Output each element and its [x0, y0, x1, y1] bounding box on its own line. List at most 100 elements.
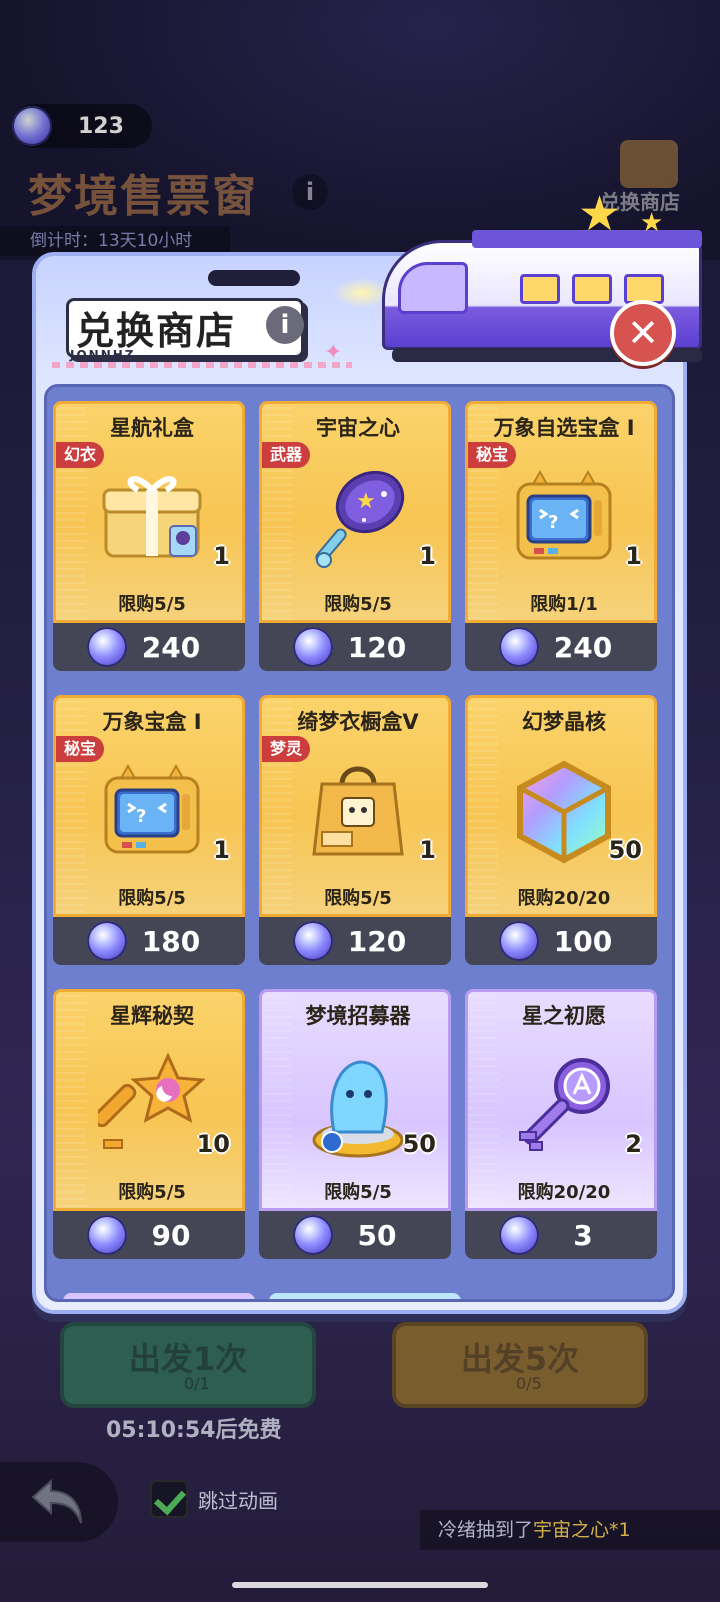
- item-purchase-limit: 限购1/1: [530, 594, 598, 615]
- item-card-face: 星之初愿 2 限购20/20: [465, 989, 657, 1211]
- item-card-face: 梦境招募器 50 限购5/5: [259, 989, 451, 1211]
- item-purchase-limit: 限购20/20: [517, 888, 611, 909]
- item-price: 3: [573, 1218, 593, 1252]
- item-price-button[interactable]: 120: [259, 917, 451, 965]
- item-name: 绮梦衣橱盒V: [297, 710, 419, 734]
- shop-item-card[interactable]: 幻梦晶核 50 限购20/20 100: [465, 695, 657, 965]
- item-card-face: 星航礼盒 幻衣 1 限购5/5: [53, 401, 245, 623]
- item-price: 120: [347, 630, 407, 664]
- item-price-button[interactable]: 240: [53, 623, 245, 671]
- item-card-face: 宇宙之心 武器 ★ 1 限购5/5: [259, 401, 451, 623]
- item-name: 星航礼盒: [110, 416, 194, 440]
- item-quantity: 1: [213, 542, 230, 570]
- gift-box-icon: [98, 464, 206, 572]
- item-name: 幻梦晶核: [522, 710, 606, 734]
- item-category-badge: 秘宝: [468, 442, 517, 468]
- item-card-face: 万象自选宝盒 I 秘宝 ? 1 限购1/1: [465, 401, 657, 623]
- tv-box-icon: ?: [98, 758, 206, 866]
- shop-item-card[interactable]: 绮梦衣橱盒V 梦灵 1 限购5/5 120: [259, 695, 451, 965]
- item-quantity: 50: [402, 1130, 436, 1158]
- item-price: 100: [553, 924, 613, 958]
- info-icon[interactable]: i: [266, 306, 304, 344]
- item-purchase-limit: 限购5/5: [324, 1182, 392, 1203]
- item-card-face: 绮梦衣橱盒V 梦灵 1 限购5/5: [259, 695, 451, 917]
- purple-key-icon: [510, 1052, 618, 1160]
- item-price-button[interactable]: 90: [53, 1211, 245, 1259]
- item-quantity: 50: [608, 836, 642, 864]
- item-price-button[interactable]: 180: [53, 917, 245, 965]
- shop-item-card[interactable]: 星辉秘契 10 限购5/5 90: [53, 989, 245, 1259]
- dream-crystal-icon: [499, 1215, 539, 1255]
- item-grid-container[interactable]: 星航礼盒 幻衣 1 限购5/5 240 宇宙之心 武器 ★ 1 限购5/5 12…: [44, 384, 675, 1302]
- shopping-bag-icon: [304, 758, 412, 866]
- item-purchase-limit: 限购5/5: [324, 888, 392, 909]
- star-icon: ★: [578, 186, 622, 242]
- item-name: 星辉秘契: [110, 1004, 194, 1028]
- item-price-button[interactable]: 3: [465, 1211, 657, 1259]
- shop-item-card[interactable]: 万象宝盒 I 秘宝 ? 1 限购5/5 180: [53, 695, 245, 965]
- item-name: 宇宙之心: [316, 416, 400, 440]
- item-price-button[interactable]: 100: [465, 917, 657, 965]
- item-name: 万象宝盒 I: [102, 710, 202, 734]
- shop-item-card[interactable]: 星之初愿 2 限购20/20 3: [465, 989, 657, 1259]
- svg-text:★: ★: [356, 489, 376, 514]
- header-divider: [52, 362, 352, 368]
- modal-title: 兑换商店: [76, 309, 237, 353]
- dream-crystal-icon: [87, 1215, 127, 1255]
- item-price: 180: [141, 924, 201, 958]
- home-indicator[interactable]: [232, 1582, 488, 1588]
- item-price-button[interactable]: 120: [259, 623, 451, 671]
- item-quantity: 1: [625, 542, 642, 570]
- shop-item-card[interactable]: 万象自选宝盒 I 秘宝 ? 1 限购1/1 240: [465, 401, 657, 671]
- item-name: 万象自选宝盒 I: [493, 416, 635, 440]
- item-price: 90: [151, 1218, 191, 1252]
- brand-mark: JONNHZ: [70, 348, 136, 362]
- dream-crystal-icon: [87, 921, 127, 961]
- dream-crystal-icon: [87, 627, 127, 667]
- close-icon: ✕: [627, 311, 659, 355]
- dream-crystal-icon: [293, 1215, 333, 1255]
- svg-text:?: ?: [136, 806, 146, 827]
- shop-item-card[interactable]: 星航礼盒 幻衣 1 限购5/5 240: [53, 401, 245, 671]
- item-price: 240: [141, 630, 201, 664]
- item-category-badge: 武器: [262, 442, 311, 468]
- item-category-badge: 秘宝: [56, 736, 105, 762]
- item-purchase-limit: 限购5/5: [118, 888, 186, 909]
- close-button[interactable]: ✕: [610, 300, 676, 366]
- item-price: 120: [347, 924, 407, 958]
- item-quantity: 2: [625, 1130, 642, 1158]
- item-price-button[interactable]: 240: [465, 623, 657, 671]
- item-purchase-limit: 限购5/5: [118, 594, 186, 615]
- star-icon: ★: [640, 208, 664, 238]
- train-window: [520, 274, 560, 304]
- svg-text:?: ?: [548, 512, 558, 533]
- crystal-cube-icon: [510, 758, 618, 866]
- item-purchase-limit: 限购5/5: [118, 1182, 186, 1203]
- dream-crystal-icon: [499, 627, 539, 667]
- item-category-badge: 梦灵: [262, 736, 311, 762]
- next-row-card-edge: [63, 1293, 255, 1299]
- item-price: 240: [553, 630, 613, 664]
- item-card-face: 星辉秘契 10 限购5/5: [53, 989, 245, 1211]
- item-quantity: 10: [196, 1130, 230, 1158]
- spirit-recruiter-icon: [304, 1052, 412, 1160]
- item-name: 梦境招募器: [305, 1004, 411, 1028]
- train-cab: [398, 262, 468, 314]
- item-price-button[interactable]: 50: [259, 1211, 451, 1259]
- item-card-face: 幻梦晶核 50 限购20/20: [465, 695, 657, 917]
- item-quantity: 1: [213, 836, 230, 864]
- item-card-face: 万象宝盒 I 秘宝 ? 1 限购5/5: [53, 695, 245, 917]
- shop-item-card[interactable]: 梦境招募器 50 限购5/5 50: [259, 989, 451, 1259]
- dream-crystal-icon: [293, 921, 333, 961]
- tv-box-icon: ?: [510, 464, 618, 572]
- dream-crystal-icon: [293, 627, 333, 667]
- item-name: 星之初愿: [522, 1004, 606, 1028]
- dream-crystal-icon: [499, 921, 539, 961]
- star-key-icon: [93, 1052, 206, 1160]
- shop-item-card[interactable]: 宇宙之心 武器 ★ 1 限购5/5 120: [259, 401, 451, 671]
- item-quantity: 1: [419, 836, 436, 864]
- exchange-shop-modal: 兑换商店 i JONNHZ ✦ ★ ★ ✕ 星航礼盒 幻衣 1 限购5/5 24…: [32, 186, 702, 1314]
- item-purchase-limit: 限购5/5: [324, 594, 392, 615]
- item-quantity: 1: [419, 542, 436, 570]
- item-purchase-limit: 限购20/20: [517, 1182, 611, 1203]
